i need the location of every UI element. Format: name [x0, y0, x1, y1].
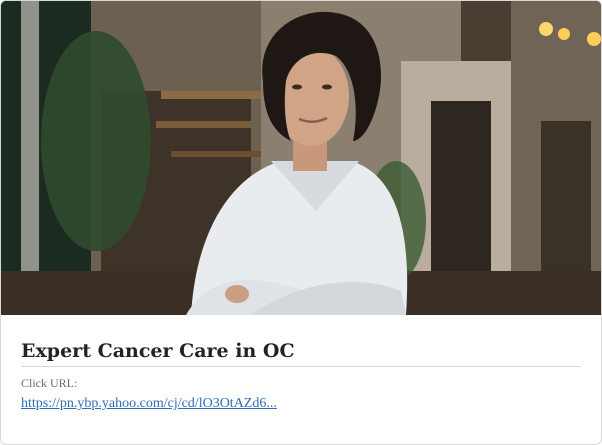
ad-title[interactable]: Expert Cancer Care in OC	[21, 339, 581, 367]
ad-card[interactable]: Expert Cancer Care in OC Click URL: http…	[0, 0, 602, 445]
hero-photo-illustration	[1, 1, 601, 315]
ad-info: Expert Cancer Care in OC Click URL: http…	[21, 327, 581, 412]
hero-image[interactable]	[1, 1, 601, 315]
click-url-label: Click URL:	[21, 376, 78, 390]
click-url-link[interactable]: https://pn.ybp.yahoo.com/cj/cd/lO3OtAZd6…	[21, 395, 277, 412]
